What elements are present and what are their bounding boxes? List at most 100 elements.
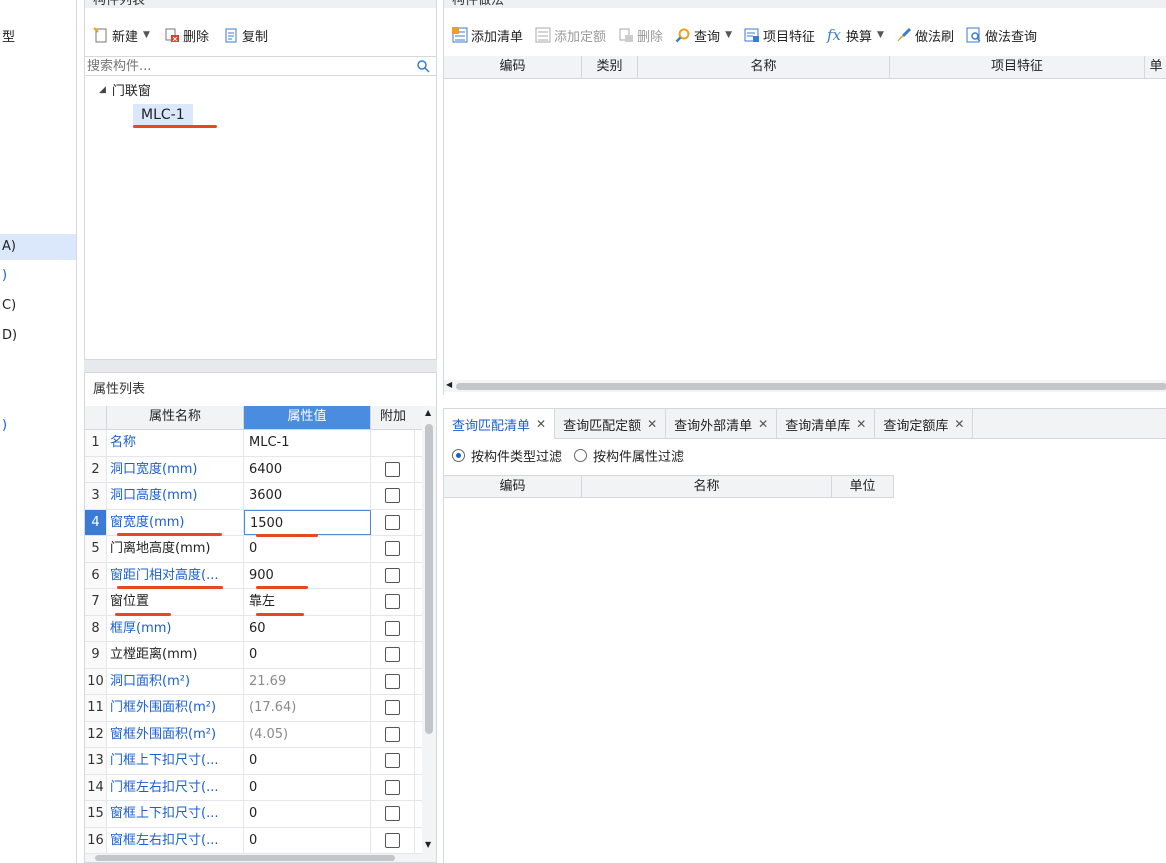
property-hscroll-thumb[interactable] [95,855,395,861]
method-query-button[interactable]: 做法查询 [962,24,1041,46]
property-addition[interactable] [371,827,415,853]
add-list-button[interactable]: 添加清单 [448,24,527,46]
addition-checkbox[interactable] [385,620,400,636]
header-prop-value[interactable]: 属性值 [244,406,371,429]
addition-checkbox[interactable] [385,514,400,530]
property-addition[interactable] [371,642,415,668]
addition-checkbox[interactable] [385,488,400,504]
property-addition[interactable] [371,483,415,509]
query-tab[interactable]: 查询外部清单 ✕ [666,409,778,439]
delete-button[interactable]: 删除 [160,24,213,46]
property-addition[interactable] [371,695,415,721]
property-row[interactable]: 16 窗框左右扣尺寸(... 0 [85,827,422,854]
addition-checkbox[interactable] [385,779,400,795]
property-value[interactable]: 0 [244,642,371,668]
addition-checkbox[interactable] [385,832,400,848]
tree-expand-icon[interactable]: ◢ [99,85,106,95]
query-tab[interactable]: 查询匹配定额 ✕ [555,409,667,439]
property-value[interactable]: 0 [244,774,371,800]
property-row[interactable]: 13 门框上下扣尺寸(... 0 [85,748,422,775]
addition-checkbox[interactable] [385,753,400,769]
left-strip-item[interactable]: ) [2,268,7,283]
addition-checkbox[interactable] [385,461,400,477]
property-row[interactable]: 5 门离地高度(mm) 0 [85,536,422,563]
filter-by-type-radio[interactable] [452,448,465,462]
method-col-name[interactable]: 名称 [638,56,890,78]
property-addition[interactable] [371,721,415,747]
left-strip-item[interactable]: C) [2,298,16,313]
property-row[interactable]: 8 框厚(mm) 60 [85,615,422,642]
property-row[interactable]: 3 洞口高度(mm) 3600 [85,483,422,510]
filter-by-type-label[interactable]: 按构件类型过滤 [471,446,562,465]
method-col-unit[interactable]: 单 [1145,56,1166,78]
header-addition[interactable]: 附加 [371,406,415,429]
close-icon[interactable]: ✕ [758,417,768,431]
left-strip-item[interactable]: D) [2,328,17,343]
method-col-category[interactable]: 类别 [582,56,638,78]
addition-checkbox[interactable] [385,700,400,716]
property-addition[interactable] [371,562,415,588]
addition-checkbox[interactable] [385,673,400,689]
close-icon[interactable]: ✕ [954,417,964,431]
property-value[interactable]: (4.05) [244,721,371,747]
query-col-code[interactable]: 编码 [444,476,582,497]
property-value[interactable]: 900 [244,562,371,588]
item-feature-button[interactable]: 项目特征 [740,24,819,46]
addition-checkbox[interactable] [385,806,400,822]
property-row[interactable]: 10 洞口面积(m²) 21.69 [85,668,422,695]
method-hscroll-thumb[interactable] [456,383,1166,390]
property-addition[interactable] [371,615,415,641]
property-value[interactable]: 1500 [244,509,371,535]
close-icon[interactable]: ✕ [856,417,866,431]
addition-checkbox[interactable] [385,647,400,663]
copy-button[interactable]: 复制 [219,24,272,46]
method-hscrollbar[interactable]: ◀ [444,380,1166,392]
property-addition[interactable] [371,668,415,694]
addition-checkbox[interactable] [385,726,400,742]
property-value[interactable]: 3600 [244,483,371,509]
close-icon[interactable]: ✕ [647,417,657,431]
property-hscrollbar[interactable] [85,854,436,862]
query-tab[interactable]: 查询匹配清单 ✕ [444,409,556,439]
scroll-down-icon[interactable]: ▼ [425,840,431,849]
property-value[interactable]: 0 [244,801,371,827]
property-row[interactable]: 12 窗框外围面积(m²) (4.05) [85,721,422,748]
property-value[interactable]: 6400 [244,456,371,482]
property-vscroll-thumb[interactable] [425,424,433,734]
query-col-name[interactable]: 名称 [582,476,832,497]
property-row[interactable]: 14 门框左右扣尺寸(... 0 [85,774,422,801]
property-vscrollbar[interactable]: ▲ ▼ [422,406,436,854]
header-prop-name[interactable]: 属性名称 [107,406,244,429]
search-icon[interactable] [416,59,430,77]
property-row[interactable]: 11 门框外围面积(m²) (17.64) [85,695,422,722]
property-row[interactable]: 9 立樘距离(mm) 0 [85,642,422,669]
addition-checkbox[interactable] [385,541,400,557]
search-input[interactable] [85,57,409,75]
property-value[interactable]: MLC-1 [244,430,371,456]
property-row[interactable]: 15 窗框上下扣尺寸(... 0 [85,801,422,828]
method-brush-button[interactable]: 做法刷 [892,24,958,46]
add-quota-button[interactable]: 添加定额 [531,24,610,46]
filter-by-attr-radio[interactable] [574,448,588,462]
addition-checkbox[interactable] [385,567,400,583]
left-strip-item-selected[interactable]: A) [0,234,76,260]
query-tab[interactable]: 查询定额库 ✕ [875,409,974,439]
tree-item-mlc1[interactable]: MLC-1 [133,104,193,126]
property-addition[interactable] [371,801,415,827]
query-col-unit[interactable]: 单位 [832,476,894,497]
close-icon[interactable]: ✕ [536,417,546,431]
scroll-left-icon[interactable]: ◀ [446,380,452,389]
property-value[interactable]: 0 [244,748,371,774]
left-strip-item[interactable]: ) [2,418,7,433]
property-value[interactable]: 靠左 [244,589,371,615]
left-strip-item[interactable]: 型 [2,26,15,45]
property-row[interactable]: 7 窗位置 靠左 [85,589,422,616]
search-box[interactable] [85,56,436,76]
new-button[interactable]: 新建 ▼ [89,24,154,46]
property-addition[interactable] [371,589,415,615]
property-addition[interactable] [371,748,415,774]
property-value[interactable]: 0 [244,536,371,562]
convert-button[interactable]: fx 换算 ▼ [823,24,888,46]
filter-by-attr-label[interactable]: 按构件属性过滤 [593,446,684,465]
property-row[interactable]: 1 名称 MLC-1 [85,430,422,457]
